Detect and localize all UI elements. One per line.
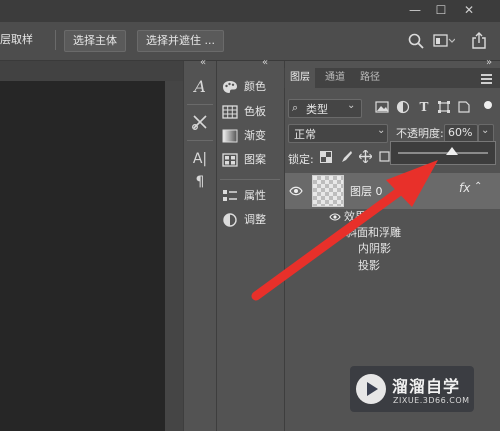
watermark-url: ZIXUE.3D66.COM <box>393 396 470 405</box>
watermark-name: 溜溜自学 <box>392 377 461 396</box>
watermark-logo-icon <box>356 374 386 404</box>
